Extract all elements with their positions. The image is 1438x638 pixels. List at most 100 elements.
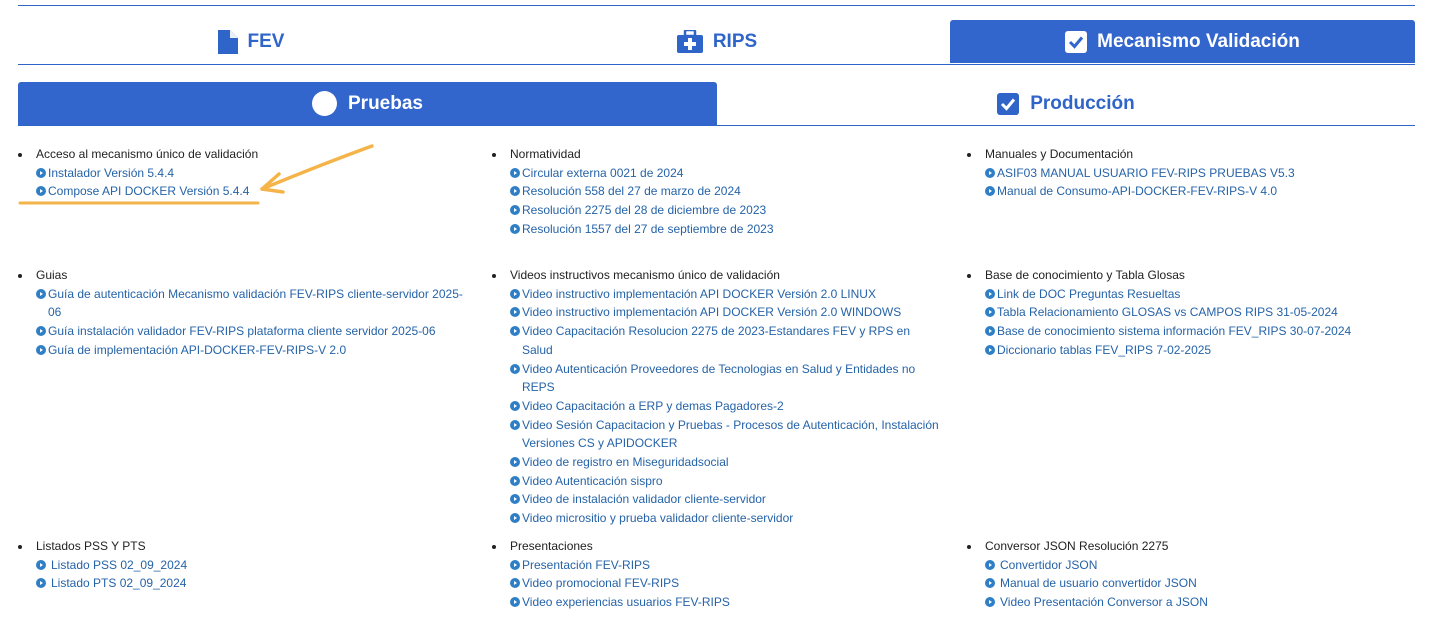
list-item-link[interactable]: Video micrositio y prueba validador clie… xyxy=(510,509,942,528)
list-item-link[interactable]: Video Autenticación Proveedores de Tecno… xyxy=(510,360,942,397)
play-circle-icon xyxy=(510,288,520,299)
list-item-link[interactable]: Tabla Relacionamiento GLOSAS vs CAMPOS R… xyxy=(985,303,1417,322)
play-circle-icon xyxy=(510,400,520,411)
play-circle-icon xyxy=(985,597,995,608)
list-item-link[interactable]: Manual de Consumo-API-DOCKER-FEV-RIPS-V … xyxy=(985,182,1417,201)
tab-fev-label: FEV xyxy=(247,30,285,52)
play-circle-icon xyxy=(985,167,995,178)
play-circle-icon xyxy=(36,326,46,337)
play-circle-icon xyxy=(985,344,995,355)
tab-pruebas[interactable]: Pruebas xyxy=(18,82,717,125)
list-item-link[interactable]: Diccionario tablas FEV_RIPS 7-02-2025 xyxy=(985,341,1417,360)
list-item-link[interactable]: Video Autenticación sispro xyxy=(510,472,942,491)
checkbox-icon xyxy=(997,92,1020,115)
play-circle-icon xyxy=(36,167,46,178)
play-circle-icon xyxy=(985,307,995,318)
play-circle-icon xyxy=(510,513,520,524)
section-title: Acceso al mecanismo único de validación xyxy=(18,145,468,164)
section-listados: Listados PSS Y PTS Listado PSS 02_09_202… xyxy=(18,537,468,593)
list-item-link[interactable]: Video instructivo implementación API DOC… xyxy=(510,303,942,322)
play-circle-icon xyxy=(985,288,995,299)
list-item-link[interactable]: ASIF03 MANUAL USUARIO FEV-RIPS PRUEBAS V… xyxy=(985,164,1417,183)
play-circle-icon xyxy=(36,559,46,570)
medical-briefcase-icon xyxy=(676,30,703,53)
tab-rips[interactable]: RIPS xyxy=(484,20,950,63)
tab-rips-label: RIPS xyxy=(712,30,758,52)
tab-produccion-label: Producción xyxy=(1030,92,1135,114)
list-item-link[interactable]: Video de registro en Miseguridadsocial xyxy=(510,453,942,472)
list-item-link[interactable]: Resolución 1557 del 27 de septiembre de … xyxy=(510,220,942,239)
section-videos-instructivos: Videos instructivos mecanismo único de v… xyxy=(492,266,942,528)
section-title: Base de conocimiento y Tabla Glosas xyxy=(967,266,1417,285)
play-circle-icon xyxy=(510,186,520,197)
list-item-link[interactable]: Video de instalación validador cliente-s… xyxy=(510,490,942,509)
section-title: Presentaciones xyxy=(492,537,942,556)
play-circle-icon xyxy=(36,186,46,197)
play-circle-icon xyxy=(510,494,520,505)
play-circle-icon xyxy=(510,363,520,374)
section-conversor-json: Conversor JSON Resolución 2275 Convertid… xyxy=(967,537,1417,612)
play-circle-icon xyxy=(510,578,520,589)
list-item-link[interactable]: Circular externa 0021 de 2024 xyxy=(510,164,942,183)
list-item-link[interactable]: Guía de autenticación Mecanismo validaci… xyxy=(36,285,468,322)
main-tabs: FEV RIPS Mecanismo Validación xyxy=(18,20,1415,65)
play-circle-icon xyxy=(510,223,520,234)
play-circle-icon xyxy=(510,419,520,430)
tab-fev[interactable]: FEV xyxy=(18,20,484,63)
play-circle-icon xyxy=(510,597,520,608)
list-item-link[interactable]: Resolución 2275 del 28 de diciembre de 2… xyxy=(510,201,942,220)
play-circle-icon xyxy=(36,344,46,355)
link-instalador[interactable]: Instalador Versión 5.4.4 xyxy=(36,164,468,183)
play-circle-icon xyxy=(510,307,520,318)
tab-mecanismo-validacion[interactable]: Mecanismo Validación xyxy=(950,20,1415,63)
environment-tabs: Pruebas Producción xyxy=(18,82,1415,126)
list-item-link[interactable]: Listado PTS 02_09_2024 xyxy=(36,574,468,593)
play-circle-icon xyxy=(510,457,520,468)
list-item-link[interactable]: Listado PSS 02_09_2024 xyxy=(36,556,468,575)
list-item-link[interactable]: Guía instalación validador FEV-RIPS plat… xyxy=(36,322,468,341)
section-title: Conversor JSON Resolución 2275 xyxy=(967,537,1417,556)
play-circle-icon xyxy=(510,167,520,178)
section-title: Videos instructivos mecanismo único de v… xyxy=(492,266,942,285)
circle-icon xyxy=(312,91,337,116)
list-item-link[interactable]: Link de DOC Preguntas Resueltas xyxy=(985,285,1417,304)
section-title: Listados PSS Y PTS xyxy=(18,537,468,556)
tab-produccion[interactable]: Producción xyxy=(717,82,1415,125)
play-circle-icon xyxy=(985,578,995,589)
section-base-conocimiento: Base de conocimiento y Tabla Glosas Link… xyxy=(967,266,1417,360)
section-acceso: Acceso al mecanismo único de validación … xyxy=(18,145,468,201)
checkbox-icon xyxy=(1065,30,1088,53)
section-presentaciones: Presentaciones Presentación FEV-RIPS Vid… xyxy=(492,537,942,612)
list-item-link[interactable]: Guía de implementación API-DOCKER-FEV-RI… xyxy=(36,341,468,360)
play-circle-icon xyxy=(510,326,520,337)
play-circle-icon xyxy=(985,559,995,570)
link-compose-api-docker[interactable]: Compose API DOCKER Versión 5.4.4 xyxy=(36,182,468,201)
list-item-link[interactable]: Manual de usuario convertidor JSON xyxy=(985,574,1417,593)
play-circle-icon xyxy=(36,288,46,299)
list-item-link[interactable]: Video experiencias usuarios FEV-RIPS xyxy=(510,593,942,612)
list-item-link[interactable]: Base de conocimiento sistema información… xyxy=(985,322,1417,341)
section-manuales: Manuales y Documentación ASIF03 MANUAL U… xyxy=(967,145,1417,201)
list-item-link[interactable]: Video Capacitación Resolucion 2275 de 20… xyxy=(510,322,942,359)
top-divider xyxy=(18,5,1415,6)
section-title: Manuales y Documentación xyxy=(967,145,1417,164)
section-title: Guias xyxy=(18,266,468,285)
section-normatividad: Normatividad Circular externa 0021 de 20… xyxy=(492,145,942,239)
section-guias: Guias Guía de autenticación Mecanismo va… xyxy=(18,266,468,360)
tab-mecanismo-label: Mecanismo Validación xyxy=(1097,30,1300,52)
play-circle-icon xyxy=(985,326,995,337)
tab-pruebas-label: Pruebas xyxy=(348,92,423,114)
list-item-link[interactable]: Resolución 558 del 27 de marzo de 2024 xyxy=(510,182,942,201)
play-circle-icon xyxy=(510,475,520,486)
list-item-link[interactable]: Convertidor JSON xyxy=(985,556,1417,575)
play-circle-icon xyxy=(510,205,520,216)
document-icon xyxy=(217,29,238,54)
list-item-link[interactable]: Video instructivo implementación API DOC… xyxy=(510,285,942,304)
play-circle-icon xyxy=(36,578,46,589)
list-item-link[interactable]: Video Sesión Capacitacion y Pruebas - Pr… xyxy=(510,416,942,453)
list-item-link[interactable]: Video promocional FEV-RIPS xyxy=(510,574,942,593)
list-item-link[interactable]: Video Capacitación a ERP y demas Pagador… xyxy=(510,397,942,416)
list-item-link[interactable]: Video Presentación Conversor a JSON xyxy=(985,593,1417,612)
list-item-link[interactable]: Presentación FEV-RIPS xyxy=(510,556,942,575)
section-title: Normatividad xyxy=(492,145,942,164)
